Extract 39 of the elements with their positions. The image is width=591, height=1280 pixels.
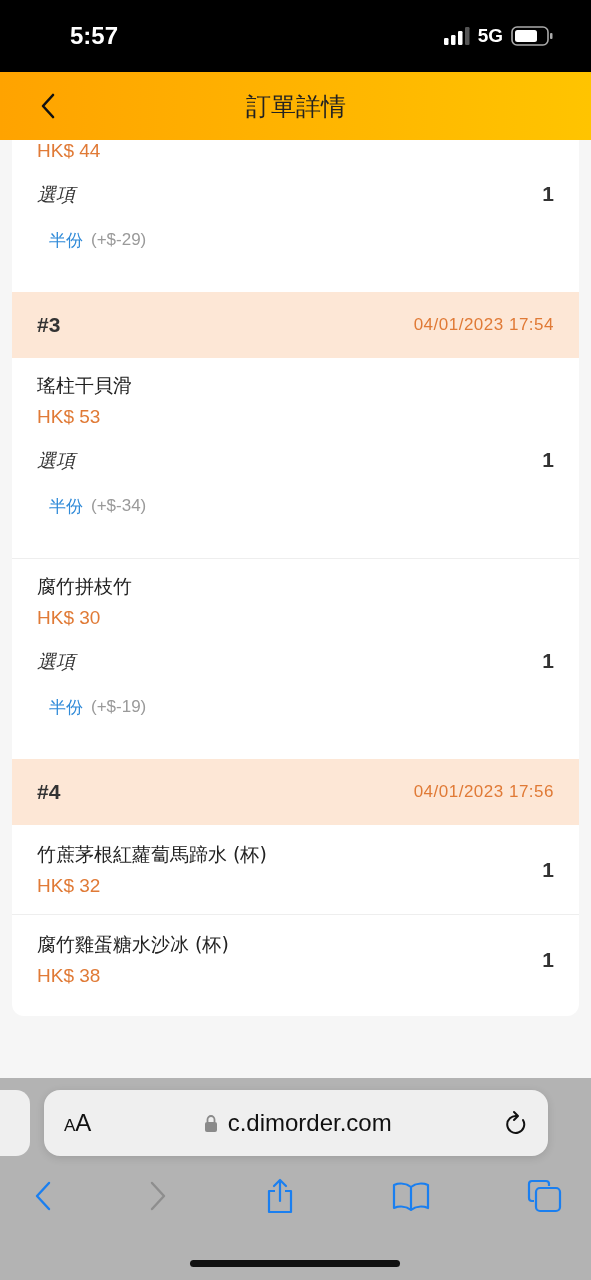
- item-quantity: 1: [542, 448, 554, 472]
- text-size-button[interactable]: AA: [64, 1109, 92, 1137]
- page-title: 訂單詳情: [245, 90, 346, 123]
- item-price: HK$ 32: [37, 874, 101, 898]
- option-price: (+$-29): [91, 229, 147, 251]
- tab-preview[interactable]: [0, 1090, 30, 1156]
- url-text: c.dimorder.com: [227, 1109, 392, 1137]
- battery-icon: [511, 26, 553, 46]
- group-number: #3: [37, 313, 61, 337]
- forward-icon[interactable]: [149, 1181, 168, 1211]
- item-quantity: 1: [542, 948, 554, 972]
- item-quantity: 1: [542, 182, 554, 206]
- item-price: HK$ 38: [37, 964, 101, 988]
- item-price: HK$ 53: [37, 405, 101, 429]
- option-price: (+$-34): [91, 495, 147, 517]
- item-name: 腐竹拼枝竹: [37, 574, 132, 599]
- option-name: 半份: [49, 696, 83, 719]
- option-price: (+$-19): [91, 696, 147, 718]
- lock-icon: [203, 1114, 218, 1132]
- item-quantity: 1: [542, 858, 554, 882]
- book-icon[interactable]: [391, 1181, 430, 1211]
- item-quantity: 1: [542, 649, 554, 673]
- group-number: #4: [37, 780, 61, 804]
- back-icon[interactable]: [40, 93, 56, 119]
- option-name: 半份: [49, 229, 83, 252]
- reload-icon[interactable]: [504, 1110, 528, 1136]
- signal-icon: [443, 27, 470, 45]
- network-label: 5G: [477, 25, 503, 47]
- group-time: 04/01/2023 17:54: [413, 315, 554, 335]
- item-price: HK$ 30: [37, 606, 101, 630]
- item-name: 瑤柱干貝滑: [37, 373, 132, 398]
- clock-time: 5:57: [70, 22, 119, 50]
- address-bar[interactable]: AA c.dimorder.com: [44, 1090, 548, 1156]
- item-price: HK$ 44: [37, 140, 101, 162]
- item-name: 竹蔗茅根紅蘿蔔馬蹄水 (杯): [37, 842, 267, 867]
- tabs-icon[interactable]: [527, 1179, 563, 1213]
- option-name: 半份: [49, 495, 83, 518]
- item-name: 腐竹雞蛋糖水沙冰 (杯): [37, 932, 229, 957]
- group-time: 04/01/2023 17:56: [413, 782, 554, 802]
